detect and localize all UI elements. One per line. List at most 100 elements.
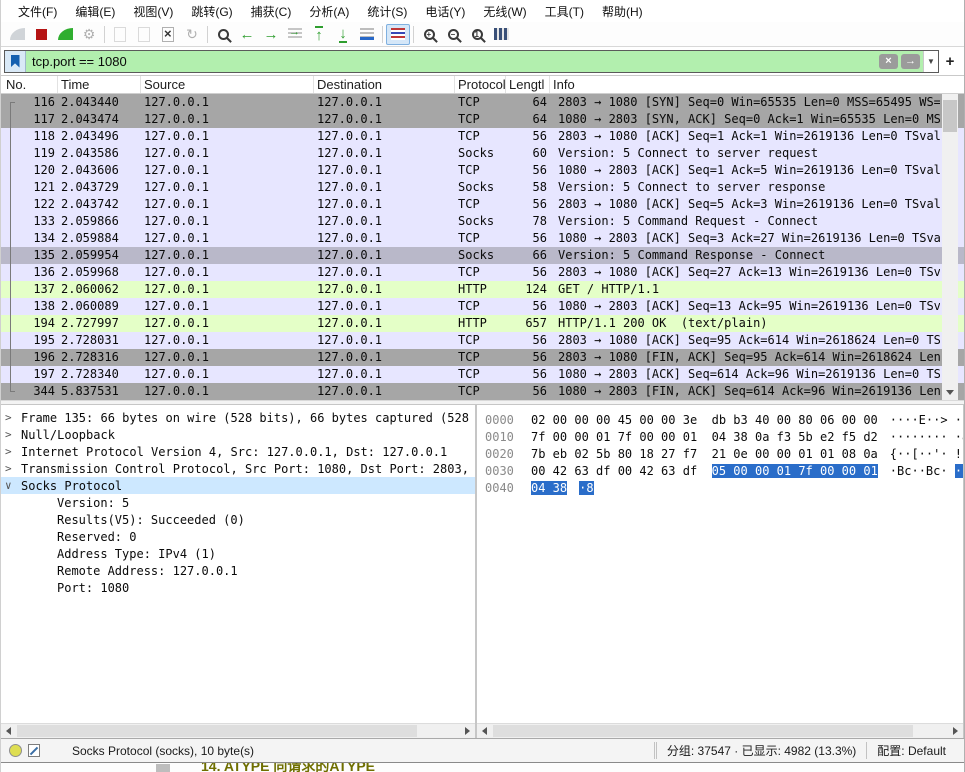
stop-capture-button[interactable] (29, 24, 53, 45)
save-file-button[interactable] (132, 24, 156, 45)
display-filter-input[interactable]: tcp.port == 1080 (26, 51, 879, 72)
filter-dropdown-button[interactable]: ▼ (923, 51, 938, 72)
packet-row[interactable]: 119 2.043586 127.0.0.1 127.0.0.1 Socks 6… (1, 145, 964, 162)
close-file-button[interactable]: × (156, 24, 180, 45)
hex-row[interactable]: 0020 7b eb 02 5b 80 18 27 f7 21 0e 00 00… (477, 445, 963, 462)
filter-apply-button[interactable]: → (901, 54, 920, 69)
go-first-packet-button[interactable]: ↑ (307, 24, 331, 45)
packet-row[interactable]: 135 2.059954 127.0.0.1 127.0.0.1 Socks 6… (1, 247, 964, 264)
packet-row[interactable]: 122 2.043742 127.0.0.1 127.0.0.1 TCP 56 … (1, 196, 964, 213)
column-header-source[interactable]: Source (141, 76, 314, 93)
packet-list-scrollbar[interactable] (942, 94, 958, 400)
expander-icon[interactable]: > (5, 445, 21, 458)
detail-row[interactable]: > Internet Protocol Version 4, Src: 127.… (1, 443, 475, 460)
packet-row[interactable]: 121 2.043729 127.0.0.1 127.0.0.1 Socks 5… (1, 179, 964, 196)
menu-item[interactable]: 跳转(G) (182, 1, 241, 22)
menu-item[interactable]: 捕获(C) (242, 1, 301, 22)
detail-row[interactable]: > Transmission Control Protocol, Src Por… (1, 460, 475, 477)
packet-row[interactable]: 136 2.059968 127.0.0.1 127.0.0.1 TCP 56 … (1, 264, 964, 281)
expander-icon[interactable]: > (5, 462, 21, 475)
zoom-100-button[interactable]: 1 (465, 24, 489, 45)
expander-icon[interactable]: ∨ (5, 479, 21, 492)
colorize-button[interactable] (386, 24, 410, 45)
packet-row[interactable]: 134 2.059884 127.0.0.1 127.0.0.1 TCP 56 … (1, 230, 964, 247)
column-header-destination[interactable]: Destination (314, 76, 455, 93)
menu-item[interactable]: 视图(V) (124, 1, 182, 22)
packet-row[interactable]: 116 2.043440 127.0.0.1 127.0.0.1 TCP 64 … (1, 94, 964, 111)
zoom-in-button[interactable]: + (417, 24, 441, 45)
resize-columns-button[interactable] (489, 24, 513, 45)
scroll-right-button[interactable] (948, 724, 963, 738)
capture-options-button[interactable]: ⚙ (77, 24, 101, 45)
filter-add-button[interactable]: + (939, 53, 961, 70)
packet-row[interactable]: 137 2.060062 127.0.0.1 127.0.0.1 HTTP 12… (1, 281, 964, 298)
scroll-right-button[interactable] (460, 724, 475, 738)
status-profile[interactable]: 配置: Default (866, 742, 956, 759)
packet-row[interactable]: 344 5.837531 127.0.0.1 127.0.0.1 TCP 56 … (1, 383, 964, 400)
details-hscrollbar[interactable] (1, 723, 475, 738)
packet-row[interactable]: 133 2.059866 127.0.0.1 127.0.0.1 Socks 7… (1, 213, 964, 230)
packet-row[interactable]: 194 2.727997 127.0.0.1 127.0.0.1 HTTP 65… (1, 315, 964, 332)
scroll-left-button[interactable] (477, 724, 492, 738)
menu-item[interactable]: 电话(Y) (416, 1, 474, 22)
packet-row[interactable]: 118 2.043496 127.0.0.1 127.0.0.1 TCP 56 … (1, 128, 964, 145)
column-header-length[interactable]: Lengtl (506, 76, 550, 93)
expander-icon[interactable]: > (5, 411, 21, 424)
scrollbar-thumb[interactable] (17, 725, 417, 737)
restart-capture-button[interactable] (53, 24, 77, 45)
capture-comment-icon[interactable] (28, 744, 40, 757)
packet-row[interactable]: 195 2.728031 127.0.0.1 127.0.0.1 TCP 56 … (1, 332, 964, 349)
menu-item[interactable]: 工具(T) (536, 1, 593, 22)
open-file-button[interactable] (108, 24, 132, 45)
menu-item[interactable]: 统计(S) (358, 1, 416, 22)
resize-grip[interactable] (956, 739, 964, 762)
detail-row[interactable]: Results(V5): Succeeded (0) (1, 511, 475, 528)
detail-row[interactable]: > Null/Loopback (1, 426, 475, 443)
hex-row[interactable]: 0040 04 38 ·8 (477, 479, 963, 496)
column-header-time[interactable]: Time (58, 76, 141, 93)
detail-row[interactable]: Address Type: IPv4 (1) (1, 545, 475, 562)
expert-info-icon[interactable] (9, 744, 22, 757)
packet-row[interactable]: 120 2.043606 127.0.0.1 127.0.0.1 TCP 56 … (1, 162, 964, 179)
menu-item[interactable]: 文件(F) (9, 1, 66, 22)
expander-icon[interactable]: > (5, 428, 21, 441)
bytes-hscrollbar[interactable] (477, 723, 963, 738)
go-to-packet-button[interactable]: → (283, 24, 307, 45)
packet-row[interactable]: 138 2.060089 127.0.0.1 127.0.0.1 TCP 56 … (1, 298, 964, 315)
go-forward-button[interactable]: → (259, 24, 283, 45)
scroll-left-button[interactable] (1, 724, 16, 738)
detail-row[interactable]: Version: 5 (1, 494, 475, 511)
menu-item[interactable]: 分析(A) (300, 1, 358, 22)
start-capture-button[interactable] (5, 24, 29, 45)
packet-row[interactable]: 117 2.043474 127.0.0.1 127.0.0.1 TCP 64 … (1, 111, 964, 128)
hex-row[interactable]: 0030 00 42 63 df 00 42 63 df 05 00 00 01… (477, 462, 963, 479)
menu-item[interactable]: 无线(W) (474, 1, 535, 22)
detail-row[interactable]: > Frame 135: 66 bytes on wire (528 bits)… (1, 409, 475, 426)
column-header-info[interactable]: Info (550, 76, 964, 93)
packet-row[interactable]: 197 2.728340 127.0.0.1 127.0.0.1 TCP 56 … (1, 366, 964, 383)
detail-row[interactable]: Reserved: 0 (1, 528, 475, 545)
column-header-protocol[interactable]: Protocol (455, 76, 506, 93)
reload-file-button[interactable]: ↻ (180, 24, 204, 45)
detail-row[interactable]: Remote Address: 127.0.0.1 (1, 562, 475, 579)
hex-row[interactable]: 0010 7f 00 00 01 7f 00 00 01 04 38 0a f3… (477, 428, 963, 445)
go-last-packet-button[interactable]: ↓ (331, 24, 355, 45)
hex-row[interactable]: 0000 02 00 00 00 45 00 00 3e db b3 40 00… (477, 411, 963, 428)
zoom-out-button[interactable]: − (441, 24, 465, 45)
autoscroll-button[interactable] (355, 24, 379, 45)
detail-row[interactable]: Port: 1080 (1, 579, 475, 596)
detail-row[interactable]: ∨ Socks Protocol (1, 477, 475, 494)
menu-item[interactable]: 帮助(H) (593, 1, 652, 22)
go-back-button[interactable]: ← (235, 24, 259, 45)
packet-row[interactable]: 196 2.728316 127.0.0.1 127.0.0.1 TCP 56 … (1, 349, 964, 366)
scroll-down-button[interactable] (942, 385, 958, 400)
column-header-no[interactable]: No. (1, 76, 58, 93)
scrollbar-thumb[interactable] (493, 725, 913, 737)
menu-item[interactable]: 编辑(E) (66, 1, 124, 22)
filter-bookmark-button[interactable] (5, 51, 26, 72)
find-packet-button[interactable] (211, 24, 235, 45)
scrollbar-thumb[interactable] (943, 100, 957, 132)
display-filter-field[interactable]: tcp.port == 1080 × → ▼ (4, 50, 939, 73)
filter-clear-button[interactable]: × (879, 54, 898, 69)
shark-fin-icon (10, 28, 25, 40)
